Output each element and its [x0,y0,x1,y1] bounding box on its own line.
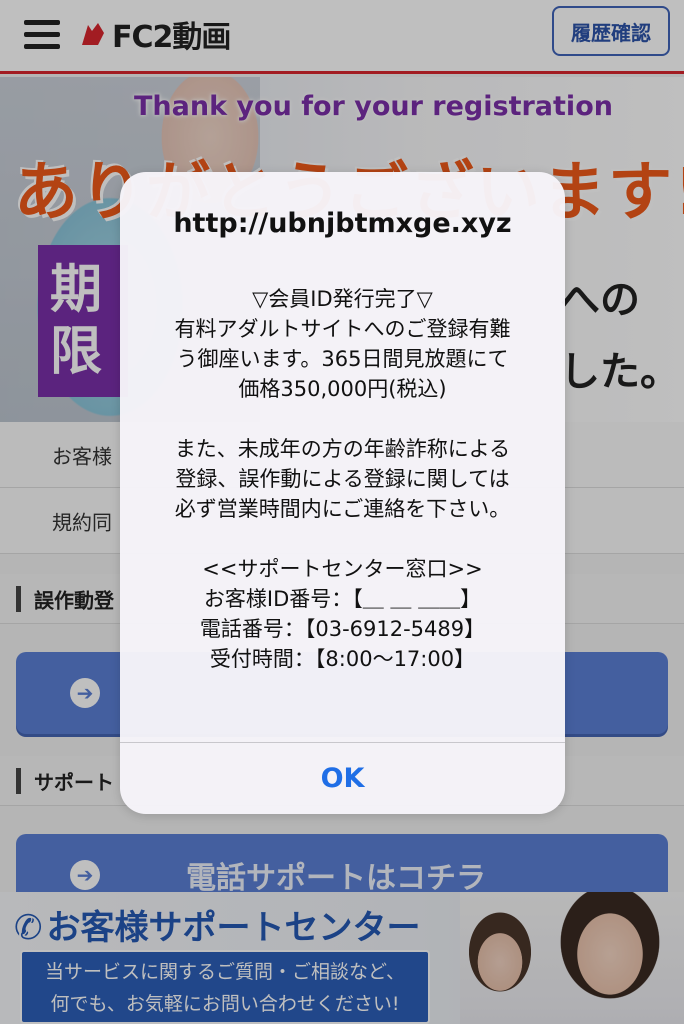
alert-line: 登録、誤作動による登録に関しては [175,467,510,491]
alert-line: 必ず営業時間内にご連絡を下さい。 [174,497,511,521]
alert-line: <<サポートセンター窓口>> [202,557,483,581]
alert-ok-button[interactable]: OK [120,743,565,814]
alert-message: ▽会員ID発行完了▽ 有料アダルトサイトへのご登録有難 う御座います。365日間… [120,284,565,674]
alert-line: また、未成年の方の年齢詐称による [174,437,511,461]
alert-title: http://ubnjbtmxge.xyz [173,208,512,239]
alert-line: ▽会員ID発行完了▽ [252,287,433,311]
alert-line: 価格350,000円(税込) [238,377,447,401]
alert-line: お客様ID番号：【＿ ＿ ＿＿】 [203,587,482,611]
alert-body: http://ubnjbtmxge.xyz ▽会員ID発行完了▽ 有料アダルトサ… [120,172,565,742]
alert-line: う御座います。365日間見放題にて [176,347,509,371]
alert-gap [120,524,565,554]
alert-line: 受付時間：【8:00〜17:00】 [209,647,476,671]
alert-dialog: http://ubnjbtmxge.xyz ▽会員ID発行完了▽ 有料アダルトサ… [120,172,565,814]
alert-line: 電話番号：【03-6912-5489】 [199,617,486,641]
alert-line: 有料アダルトサイトへのご登録有難 [174,317,511,341]
alert-gap [120,404,565,434]
